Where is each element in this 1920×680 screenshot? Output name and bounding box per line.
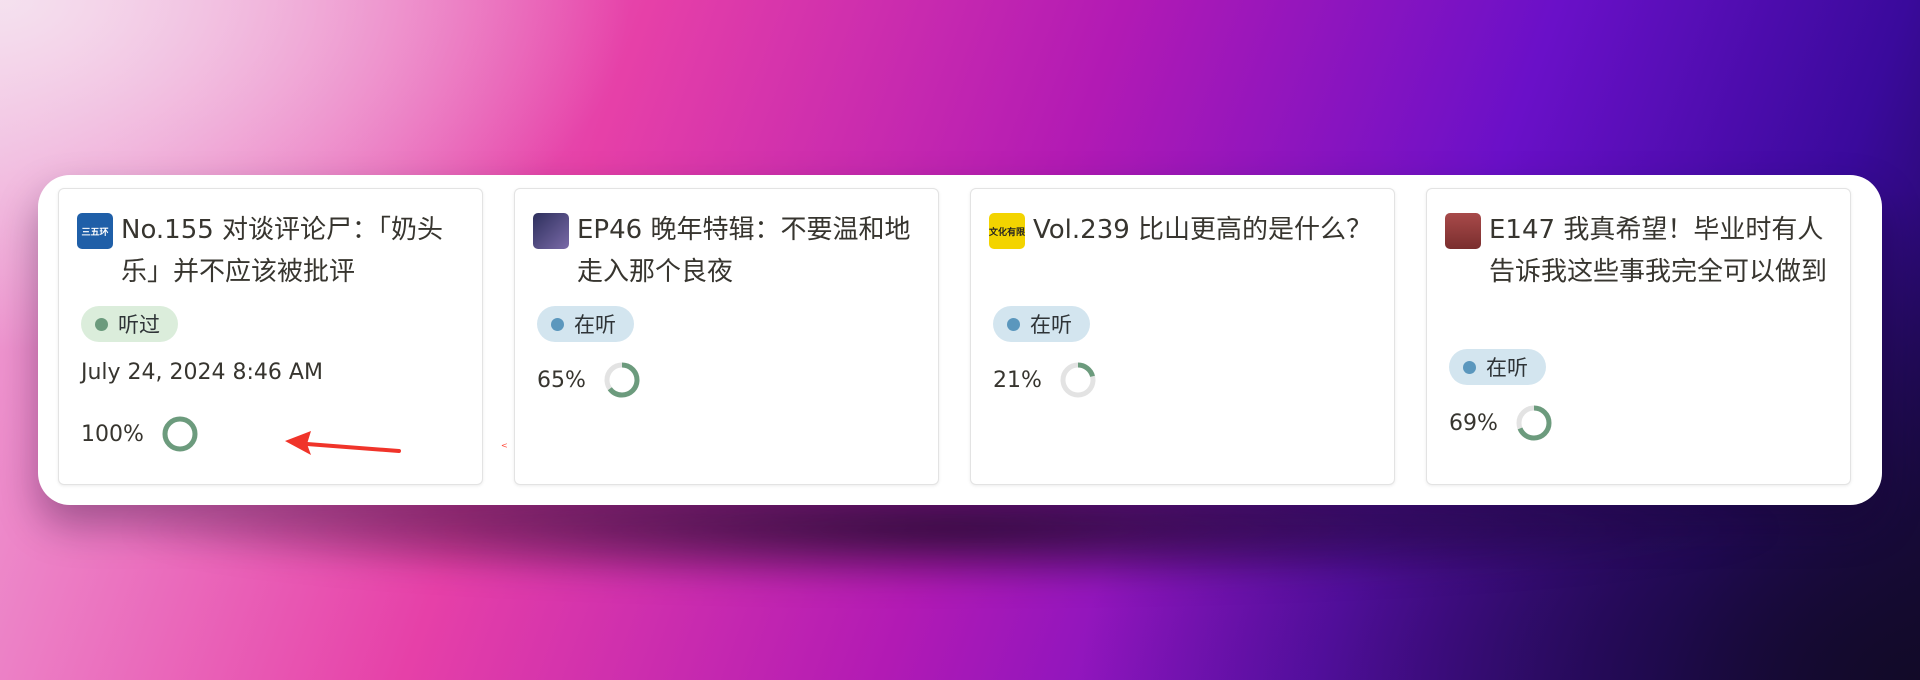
episode-title[interactable]: No.155 对谈评论尸：「奶头乐」并不应该被批评 xyxy=(121,209,464,293)
progress-ring-icon xyxy=(1060,362,1096,398)
status-label: 在听 xyxy=(1486,356,1528,380)
progress-indicator: 21% xyxy=(993,360,1098,400)
episode-title[interactable]: EP46 晚年特辑：不要温和地走入那个良夜 xyxy=(577,209,920,293)
card-title-row: E147 我真希望！毕业时有人告诉我这些事我完全可以做到 xyxy=(1445,209,1832,293)
progress-ring-icon xyxy=(162,416,198,452)
cover-label: 三五环 xyxy=(81,227,109,238)
status-dot-icon xyxy=(1463,360,1476,374)
gallery-panel: 三五环 No.155 对谈评论尸：「奶头乐」并不应该被批评 听过 July 24… xyxy=(38,175,1882,505)
card-title-row: 三五环 No.155 对谈评论尸：「奶头乐」并不应该被批评 xyxy=(77,209,464,293)
progress-percent: 65% xyxy=(537,367,586,393)
status-badge[interactable]: 在听 xyxy=(993,306,1090,342)
status-badge[interactable]: 在听 xyxy=(1449,349,1546,385)
episode-card[interactable]: 三五环 No.155 对谈评论尸：「奶头乐」并不应该被批评 听过 July 24… xyxy=(58,188,508,485)
episode-card[interactable]: E147 我真希望！毕业时有人告诉我这些事我完全可以做到 在听 69% xyxy=(1426,188,1851,485)
listened-date: July 24, 2024 8:46 AM xyxy=(81,360,323,385)
status-dot-icon xyxy=(95,317,108,331)
status-dot-icon xyxy=(551,317,564,331)
arrow-left-icon xyxy=(285,431,401,455)
status-badge[interactable]: 在听 xyxy=(537,306,634,342)
card-title-row: EP46 晚年特辑：不要温和地走入那个良夜 xyxy=(533,209,920,293)
annotation-speck: < xyxy=(501,441,508,450)
episode-title[interactable]: Vol.239 比山更高的是什么？ xyxy=(1033,209,1372,251)
progress-ring-icon xyxy=(604,362,640,398)
episode-card[interactable]: EP46 晚年特辑：不要温和地走入那个良夜 在听 65% xyxy=(514,188,939,485)
progress-percent: 21% xyxy=(993,367,1042,393)
podcast-cover-icon: 三五环 xyxy=(77,213,113,249)
status-label: 听过 xyxy=(118,313,160,337)
podcast-cover-icon: 文化有限 xyxy=(989,213,1025,249)
progress-ring-fill xyxy=(162,416,198,452)
card-title-row: 文化有限 Vol.239 比山更高的是什么？ xyxy=(989,209,1376,251)
status-label: 在听 xyxy=(1030,313,1072,337)
podcast-cover-icon xyxy=(533,213,569,249)
progress-percent: 69% xyxy=(1449,410,1498,436)
cover-label: 文化有限 xyxy=(989,227,1025,238)
status-dot-icon xyxy=(1007,317,1020,331)
progress-ring-icon xyxy=(1516,405,1552,441)
progress-indicator: 100% xyxy=(81,414,200,454)
podcast-cover-icon xyxy=(1445,213,1481,249)
status-badge[interactable]: 听过 xyxy=(81,306,178,342)
episode-title[interactable]: E147 我真希望！毕业时有人告诉我这些事我完全可以做到 xyxy=(1489,209,1832,293)
status-label: 在听 xyxy=(574,313,616,337)
progress-percent: 100% xyxy=(81,421,144,447)
progress-indicator: 65% xyxy=(537,360,642,400)
progress-indicator: 69% xyxy=(1449,403,1554,443)
episode-card[interactable]: 文化有限 Vol.239 比山更高的是什么？ 在听 21% xyxy=(970,188,1395,485)
